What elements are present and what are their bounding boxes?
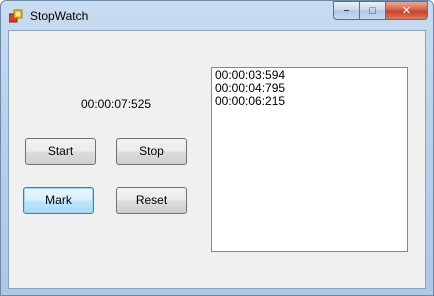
- client-area: 00:00:07:525 Start Stop Mark Reset 00:00…: [8, 30, 426, 289]
- list-item[interactable]: 00:00:06:215: [215, 95, 404, 108]
- window-title: StopWatch: [30, 9, 89, 23]
- minimize-icon: –: [343, 5, 350, 16]
- close-button[interactable]: ✕: [385, 1, 428, 20]
- minimize-button[interactable]: –: [333, 1, 359, 20]
- stopwatch-window: StopWatch – □ ✕ 00:00:07:525 Start Stop …: [0, 0, 434, 296]
- title-bar[interactable]: StopWatch – □ ✕: [1, 1, 433, 31]
- marks-listbox[interactable]: 00:00:03:594 00:00:04:795 00:00:06:215: [211, 67, 408, 252]
- reset-button[interactable]: Reset: [116, 187, 187, 214]
- elapsed-time-label: 00:00:07:525: [81, 97, 152, 111]
- maximize-icon: □: [369, 4, 376, 17]
- mark-button[interactable]: Mark: [23, 187, 94, 214]
- app-icon: [9, 9, 23, 23]
- stop-button[interactable]: Stop: [116, 138, 187, 165]
- close-icon: ✕: [401, 5, 412, 17]
- start-button[interactable]: Start: [25, 138, 96, 165]
- maximize-button[interactable]: □: [359, 1, 385, 20]
- caption-buttons: – □ ✕: [333, 1, 428, 20]
